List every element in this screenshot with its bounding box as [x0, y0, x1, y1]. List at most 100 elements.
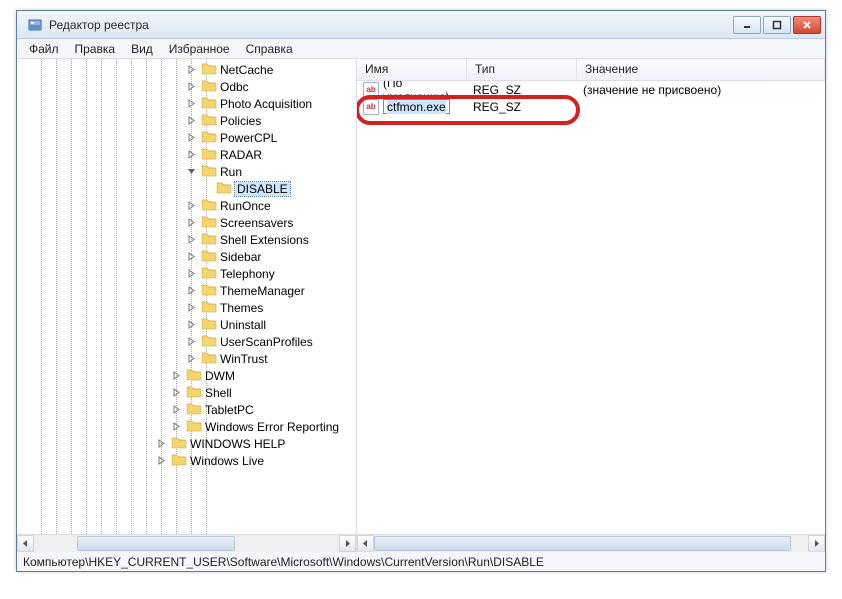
folder-icon — [186, 384, 205, 401]
tree-node[interactable]: NetCache — [21, 61, 356, 78]
col-type[interactable]: Тип — [467, 59, 577, 80]
expand-icon[interactable] — [186, 285, 197, 296]
folder-icon — [171, 452, 190, 469]
tree-label: Screensavers — [220, 216, 293, 230]
menu-view[interactable]: Вид — [123, 40, 161, 58]
list-row[interactable]: abctfmon.exeREG_SZ — [357, 98, 825, 115]
folder-icon — [201, 231, 220, 248]
menu-help[interactable]: Справка — [238, 40, 301, 58]
tree-node[interactable]: TabletPC — [21, 401, 356, 418]
tree-node[interactable]: Windows Live — [21, 452, 356, 469]
list-pane: Имя Тип Значение ab(По умолчанию)REG_SZ(… — [357, 59, 825, 551]
scroll-left-button[interactable] — [17, 535, 34, 552]
statusbar: Компьютер\HKEY_CURRENT_USER\Software\Mic… — [17, 551, 825, 571]
menu-favorites[interactable]: Избранное — [161, 40, 238, 58]
folder-icon — [201, 78, 220, 95]
close-button[interactable] — [793, 16, 821, 34]
tree-node[interactable]: Uninstall — [21, 316, 356, 333]
folder-icon — [201, 163, 220, 180]
tree-node[interactable]: WINDOWS HELP — [21, 435, 356, 452]
tree-node[interactable]: DWM — [21, 367, 356, 384]
tree-node[interactable]: Odbc — [21, 78, 356, 95]
registry-tree[interactable]: NetCache OdbcPhoto AcquisitionPoliciesPow… — [17, 59, 356, 534]
tree-node[interactable]: PowerCPL — [21, 129, 356, 146]
tree-label: Themes — [220, 301, 263, 315]
col-value[interactable]: Значение — [577, 59, 825, 80]
folder-icon — [201, 282, 220, 299]
list-body[interactable]: ab(По умолчанию)REG_SZ(значение не присв… — [357, 81, 825, 534]
expand-icon[interactable] — [171, 387, 182, 398]
tree-label: Windows Error Reporting — [205, 420, 339, 434]
maximize-button[interactable] — [763, 16, 791, 34]
menu-file[interactable]: Файл — [21, 40, 67, 58]
expand-icon[interactable] — [171, 404, 182, 415]
expand-icon[interactable] — [186, 132, 197, 143]
expand-icon[interactable] — [171, 370, 182, 381]
col-name[interactable]: Имя — [357, 59, 467, 80]
scroll-left-button[interactable] — [357, 535, 374, 552]
tree-node[interactable]: WinTrust — [21, 350, 356, 367]
expand-icon[interactable] — [171, 421, 182, 432]
expand-icon[interactable] — [186, 234, 197, 245]
expand-icon[interactable] — [186, 200, 197, 211]
expand-icon[interactable] — [186, 217, 197, 228]
tree-node[interactable]: Screensavers — [21, 214, 356, 231]
expand-icon[interactable] — [186, 81, 197, 92]
expand-icon[interactable] — [186, 268, 197, 279]
tree-label: WINDOWS HELP — [190, 437, 285, 451]
expand-icon[interactable] — [186, 336, 197, 347]
tree-node[interactable]: ThemeManager — [21, 282, 356, 299]
expand-icon[interactable] — [186, 149, 197, 160]
expand-icon[interactable] — [186, 115, 197, 126]
tree-node[interactable]: Sidebar — [21, 248, 356, 265]
expand-icon[interactable] — [186, 353, 197, 364]
folder-icon — [201, 316, 220, 333]
expand-icon[interactable] — [201, 183, 212, 194]
list-hscroll[interactable] — [357, 534, 825, 551]
expand-icon[interactable] — [186, 251, 197, 262]
tree-node[interactable]: Policies — [21, 112, 356, 129]
tree-node[interactable]: UserScanProfiles — [21, 333, 356, 350]
tree-node[interactable]: DISABLE — [21, 180, 356, 197]
tree-node[interactable]: Photo Acquisition — [21, 95, 356, 112]
tree-node[interactable]: RunOnce — [21, 197, 356, 214]
tree-node[interactable]: Shell Extensions — [21, 231, 356, 248]
expand-icon[interactable] — [156, 438, 167, 449]
tree-node[interactable]: Telephony — [21, 265, 356, 282]
tree-label: Windows Live — [190, 454, 264, 468]
list-row[interactable]: ab(По умолчанию)REG_SZ(значение не присв… — [357, 81, 825, 98]
tree-node[interactable]: Windows Error Reporting — [21, 418, 356, 435]
menu-edit[interactable]: Правка — [67, 40, 124, 58]
tree-node[interactable]: RADAR — [21, 146, 356, 163]
expand-icon[interactable] — [156, 455, 167, 466]
folder-icon — [186, 401, 205, 418]
minimize-button[interactable] — [733, 16, 761, 34]
rename-input[interactable]: ctfmon.exe — [383, 99, 450, 114]
expand-icon[interactable] — [186, 98, 197, 109]
folder-icon — [201, 333, 220, 350]
tree-label: DWM — [205, 369, 235, 383]
tree-label: Odbc — [220, 80, 249, 94]
tree-node[interactable]: Themes — [21, 299, 356, 316]
folder-icon — [201, 112, 220, 129]
folder-icon — [201, 214, 220, 231]
expand-icon[interactable] — [186, 166, 197, 177]
tree-hscroll[interactable] — [17, 534, 356, 551]
scroll-right-button[interactable] — [339, 535, 356, 552]
tree-node[interactable]: Shell — [21, 384, 356, 401]
tree-label: Shell Extensions — [220, 233, 309, 247]
expand-icon[interactable] — [186, 64, 197, 75]
expand-icon[interactable] — [186, 302, 197, 313]
folder-icon — [201, 350, 220, 367]
tree-node[interactable]: Run — [21, 163, 356, 180]
value-type: REG_SZ — [473, 100, 521, 114]
titlebar[interactable]: Редактор реестра — [17, 11, 825, 39]
scroll-right-button[interactable] — [808, 535, 825, 552]
tree-label: TabletPC — [205, 403, 254, 417]
expand-icon[interactable] — [186, 319, 197, 330]
tree-label: Uninstall — [220, 318, 266, 332]
tree-label: NetCache — [220, 63, 273, 77]
tree-label: RADAR — [220, 148, 262, 162]
scroll-thumb[interactable] — [77, 536, 236, 551]
scroll-thumb[interactable] — [374, 536, 791, 551]
